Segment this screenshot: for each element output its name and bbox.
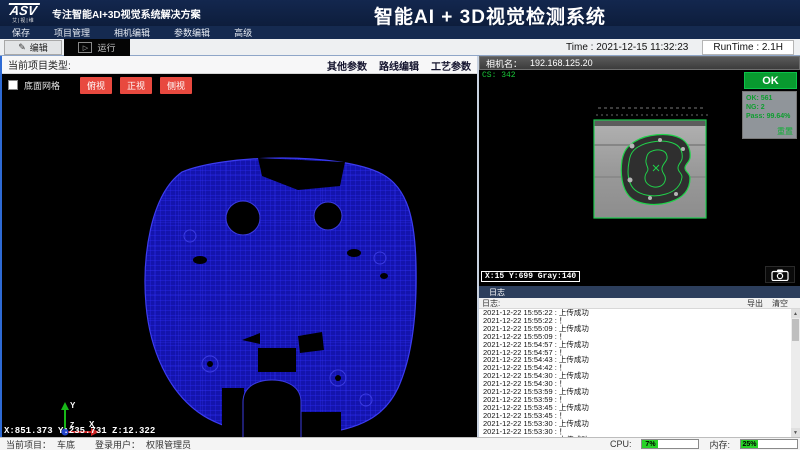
memory-meter: 25%	[740, 439, 798, 449]
log-toolbar: 日志: 导出 清空	[479, 298, 800, 309]
scroll-up-arrow[interactable]: ▲	[791, 309, 800, 318]
result-ok-badge[interactable]: OK	[744, 72, 797, 89]
logo-text: ASV	[7, 3, 40, 17]
camera-ip: 192.168.125.20	[530, 58, 593, 68]
menu-item[interactable]: 参数编辑	[174, 26, 210, 39]
log-clear-link[interactable]: 清空	[772, 298, 788, 309]
reset-link[interactable]: 重置	[777, 126, 793, 137]
view-button[interactable]: 俯视	[80, 77, 112, 94]
inspection-stats-box: 重置 OK: 561NG: 2Pass: 99.64%	[742, 91, 797, 139]
brand-tagline: 专注智能AI+3D视觉系统解决方案	[52, 6, 201, 21]
project-type-label: 当前项目类型:	[8, 57, 71, 72]
cpu-meter-fill: 7%	[642, 440, 658, 448]
inspection-image	[592, 104, 712, 234]
user-label: 登录用户：	[95, 438, 140, 450]
log-title: 日志	[489, 287, 505, 298]
project-type-bar: 当前项目类型: 其他参数路线编辑工艺参数	[2, 56, 477, 74]
brand-logo: ASV 艾|视|维	[8, 3, 39, 24]
memory-label: 内存:	[709, 438, 730, 450]
camera-header: 相机名： 192.168.125.20	[479, 56, 800, 70]
menu-item[interactable]: 项目管理	[54, 26, 90, 39]
3d-viewport[interactable]: Y X Z X:851.373 Y:235.731 Z:12.322	[2, 96, 477, 437]
app-window: ASV 艾|视|维 专注智能AI+3D视觉系统解决方案 智能AI + 3D视觉检…	[0, 0, 800, 450]
parameter-link[interactable]: 路线编辑	[379, 58, 419, 73]
svg-text:Y: Y	[70, 401, 76, 410]
logo-subtext: 艾|视|维	[8, 17, 39, 24]
camera-panel: 相机名： 192.168.125.20 CS: 342 OK 重置 OK: 56…	[479, 56, 800, 437]
pixel-info: X:15 Y:699 Gray:140	[481, 271, 580, 282]
runtime-display: RunTime : 2.1H	[702, 40, 794, 55]
edit-tab[interactable]: ✎ 编辑	[4, 40, 62, 55]
menu-item[interactable]: 高级	[234, 26, 252, 39]
log-titlebar: 日志	[479, 286, 800, 298]
view-button[interactable]: 正视	[120, 77, 152, 94]
status-bar: 当前项目： 车底 登录用户： 权限管理员 CPU: 7% 内存: 25%	[0, 437, 800, 450]
log-list: 2021-12-22 15:55:22 : 上传成功2021-12-22 15:…	[479, 309, 800, 437]
camera-name-label: 相机名：	[486, 57, 522, 70]
menu-bar: 保存 项目管理 相机编辑 参数编辑 高级	[0, 26, 800, 39]
cpu-label: CPU:	[610, 439, 632, 449]
view-buttons: 俯视正视侧视	[80, 77, 192, 94]
log-scrollbar[interactable]: ▲ ▼	[791, 309, 800, 437]
menu-item[interactable]: 保存	[12, 26, 30, 39]
bottom-grid-checkbox[interactable]	[8, 80, 18, 90]
view-controls-strip: 底面网格 俯视正视侧视	[2, 74, 477, 96]
run-tab[interactable]: ▷ 运行	[64, 39, 130, 56]
camera-icon	[771, 269, 789, 281]
parameter-link[interactable]: 工艺参数	[431, 58, 471, 73]
toolbar-row: ✎ 编辑 ▷ 运行 Time : 2021-12-15 11:32:23 Run…	[0, 39, 800, 56]
menu-item[interactable]: 相机编辑	[114, 26, 150, 39]
stat-line: Pass: 99.64%	[746, 112, 793, 121]
camera-overlay-text: CS: 342	[482, 71, 516, 80]
stat-line: OK: 561	[746, 94, 793, 103]
log-export-link[interactable]: 导出	[747, 298, 763, 309]
cursor-coordinates: X:851.373 Y:235.731 Z:12.322	[4, 426, 155, 436]
run-tab-label: 运行	[97, 41, 115, 54]
view-button[interactable]: 侧视	[160, 77, 192, 94]
parameter-link[interactable]: 其他参数	[327, 58, 367, 73]
scroll-down-arrow[interactable]: ▼	[791, 428, 800, 437]
log-label: 日志:	[482, 298, 500, 309]
pointcloud-mesh	[130, 150, 460, 450]
memory-meter-fill: 25%	[741, 440, 758, 448]
parameter-links: 其他参数路线编辑工艺参数	[327, 56, 471, 74]
edit-tab-label: 编辑	[30, 41, 48, 54]
snapshot-button[interactable]	[765, 266, 795, 283]
project-value: 车底	[57, 438, 75, 450]
current-time: Time : 2021-12-15 11:32:23	[566, 42, 688, 53]
play-icon: ▷	[78, 42, 92, 53]
scroll-thumb[interactable]	[792, 319, 799, 341]
project-label: 当前项目：	[6, 438, 51, 450]
user-value: 权限管理员	[146, 438, 191, 450]
bottom-grid-label: 底面网格	[24, 79, 60, 92]
app-title: 智能AI + 3D视觉检测系统	[250, 2, 730, 29]
camera-view[interactable]: CS: 342 OK 重置 OK: 561NG: 2Pass: 99.64%	[479, 70, 800, 286]
stat-line: NG: 2	[746, 103, 793, 112]
cpu-meter: 7%	[641, 439, 699, 449]
pencil-icon: ✎	[18, 42, 26, 53]
time-area: Time : 2021-12-15 11:32:23 RunTime : 2.1…	[566, 39, 794, 56]
header: ASV 艾|视|维 专注智能AI+3D视觉系统解决方案 智能AI + 3D视觉检…	[0, 0, 800, 26]
3d-view-panel: 当前项目类型: 其他参数路线编辑工艺参数 底面网格 俯视正视侧视	[0, 56, 477, 437]
